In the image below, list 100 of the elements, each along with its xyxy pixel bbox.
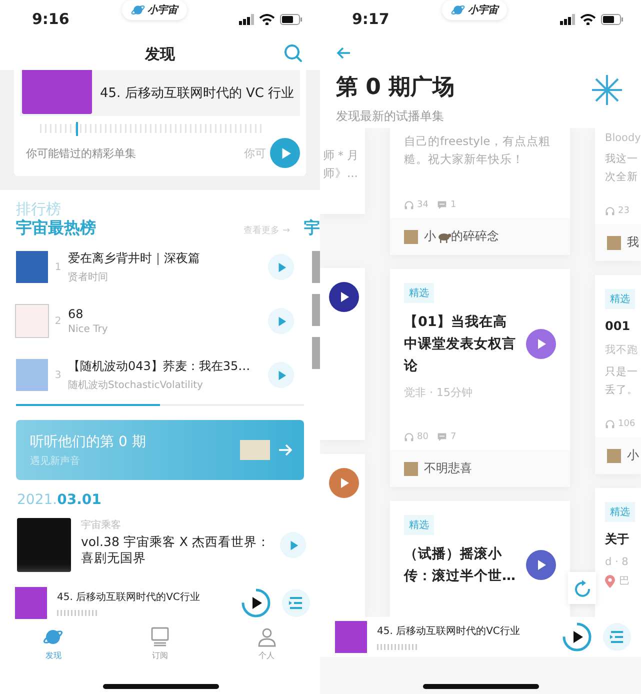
playlist-button[interactable] xyxy=(282,589,310,617)
cover-image xyxy=(335,621,367,653)
episode-title: 关于 xyxy=(605,531,630,548)
listen-count: 80 xyxy=(417,432,428,442)
monitor-icon xyxy=(150,627,170,647)
wifi-icon xyxy=(580,14,596,24)
episode-meta: 觉非 · 15分钟 xyxy=(404,385,474,400)
comment-count: 1 xyxy=(450,200,456,210)
episode-card[interactable]: 精选 001 我不跑 只是一 丢了。 106 小 xyxy=(595,275,641,474)
episode-title: 45. 后移动互联网时代的VC行业 xyxy=(377,624,521,638)
playlist-icon xyxy=(288,595,304,611)
refresh-button[interactable] xyxy=(568,572,596,604)
pin-icon xyxy=(605,574,615,588)
planet-icon xyxy=(451,3,466,17)
cover-image xyxy=(22,70,92,114)
date-year: 2021. xyxy=(17,492,58,508)
listen-count: 106 xyxy=(618,419,636,429)
thumbnail-image xyxy=(240,440,270,460)
page-title: 发现 xyxy=(145,44,175,64)
episode-card[interactable]: 精选 （试播）摇滚小传：滚过半个世… xyxy=(390,501,570,617)
cover-image xyxy=(15,587,47,619)
status-time: 9:16 xyxy=(32,10,70,28)
episode-card[interactable]: 自己的freestyle，有点点粗 糙。祝大家新年快乐！ 34 1 小 的碎碎念 xyxy=(390,128,570,255)
podcast-name: 小 xyxy=(424,228,436,245)
banner-subtitle: 遇见新声音 xyxy=(30,454,81,468)
episode-card[interactable]: 精选 【01】当我在高中课堂发表女权言论 觉非 · 15分钟 80 7 不明悲喜 xyxy=(390,269,570,487)
app-name: 小宇宙 xyxy=(468,3,498,17)
rank-number: 3 xyxy=(54,370,62,380)
podcast-name: Nice Try xyxy=(68,324,109,335)
back-arrow-icon xyxy=(336,46,351,60)
location: 巴 xyxy=(619,574,630,588)
episode-title: vol.38 宇宙乘客 X 杰西看世界：喜剧无国界 xyxy=(81,534,270,566)
planet-icon xyxy=(43,627,64,647)
arrow-right-icon xyxy=(278,443,292,457)
back-button[interactable] xyxy=(336,46,351,60)
episode-card[interactable]: Bloody 我这一 次全新 23 我 xyxy=(595,128,641,261)
play-button[interactable] xyxy=(240,587,272,619)
headphones-icon xyxy=(404,200,414,210)
banner-title: 听听他们的第 0 期 xyxy=(30,432,147,450)
date-day: 03.01 xyxy=(57,492,102,508)
progress-ring xyxy=(240,587,272,619)
caption: 你可 xyxy=(244,146,266,160)
podcast-name: 随机波动StochasticVolatility xyxy=(68,378,204,392)
episode-title: 45. 后移动互联网时代的 VC 行业 xyxy=(100,85,294,102)
battery-icon xyxy=(280,14,302,24)
headphones-icon xyxy=(605,419,615,429)
page-title: 第 0 期广场 xyxy=(336,74,455,102)
episode-title: 爱在离乡背井时｜深夜篇 xyxy=(68,250,201,267)
tag: 精选 xyxy=(404,515,434,535)
tag: 精选 xyxy=(605,289,635,309)
caption: 你可能错过的精彩单集 xyxy=(26,146,137,160)
play-button[interactable] xyxy=(561,621,593,653)
headphones-icon xyxy=(605,206,615,216)
play-icon xyxy=(535,338,547,350)
listen-count: 23 xyxy=(618,206,630,216)
battery-icon xyxy=(601,14,623,24)
podcast-name: 我 xyxy=(627,234,639,251)
search-icon xyxy=(284,44,302,62)
progress-ticks-drawing xyxy=(57,610,99,616)
avatar-image xyxy=(607,448,621,462)
rank-number: 2 xyxy=(54,316,62,326)
section-title: 宇宙最热榜 xyxy=(16,218,97,239)
cover-image xyxy=(16,305,48,337)
episode-meta: Bloody xyxy=(605,132,641,144)
ranking-item[interactable]: 2 68 Nice Try xyxy=(16,294,304,348)
wifi-icon xyxy=(259,14,275,24)
episode-panel[interactable]: 45. 后移动互联网时代的 VC 行业 xyxy=(20,70,300,116)
comment-icon xyxy=(437,432,448,442)
avatar-image xyxy=(607,236,621,250)
description: 我这一 次全新 xyxy=(605,152,639,185)
listen-count: 34 xyxy=(417,200,428,210)
episode-item[interactable]: 宇宙乘客 vol.38 宇宙乘客 X 杰西看世界：喜剧无国界 xyxy=(17,518,306,572)
play-icon xyxy=(535,559,547,571)
play-button[interactable] xyxy=(329,282,359,312)
progress-ring xyxy=(561,621,593,653)
playlist-button[interactable] xyxy=(603,623,631,651)
tag: 精选 xyxy=(605,502,635,522)
podcast-name: 的碎碎念 xyxy=(451,228,499,245)
comment-icon xyxy=(437,200,448,210)
description: 只是一 丢了。 xyxy=(605,365,639,398)
search-button[interactable] xyxy=(284,44,302,62)
status-time: 9:17 xyxy=(352,10,390,28)
ranking-item[interactable]: 3 【随机波动043】荞麦：我在35… 随机波动StochasticVolatility xyxy=(16,348,304,402)
episode-title: 45. 后移动互联网时代的VC行业 xyxy=(57,590,201,604)
episode-card[interactable]: 精选 关于 d · 8 巴 xyxy=(595,488,641,617)
app-name: 小宇宙 xyxy=(148,3,178,17)
podcast-name: 小 xyxy=(627,447,639,464)
play-icon xyxy=(338,477,350,489)
avatar-image xyxy=(404,462,418,476)
description: 自己的freestyle，有点点粗 糙。祝大家新年快乐！ xyxy=(404,133,552,168)
play-icon xyxy=(338,291,350,303)
ranking-item[interactable]: 1 爱在离乡背井时｜深夜篇 贤者时间 xyxy=(16,240,304,294)
episode-meta: 我不跑 xyxy=(605,343,639,357)
podcast-name: 不明悲喜 xyxy=(424,460,472,477)
episode-card[interactable] xyxy=(320,268,365,440)
signal-icon xyxy=(560,14,575,24)
comment-count: 7 xyxy=(450,432,456,442)
episode-title: 001 xyxy=(605,318,632,335)
podcast-name: 宇宙乘客 xyxy=(81,518,122,532)
playlist-icon xyxy=(609,629,625,645)
